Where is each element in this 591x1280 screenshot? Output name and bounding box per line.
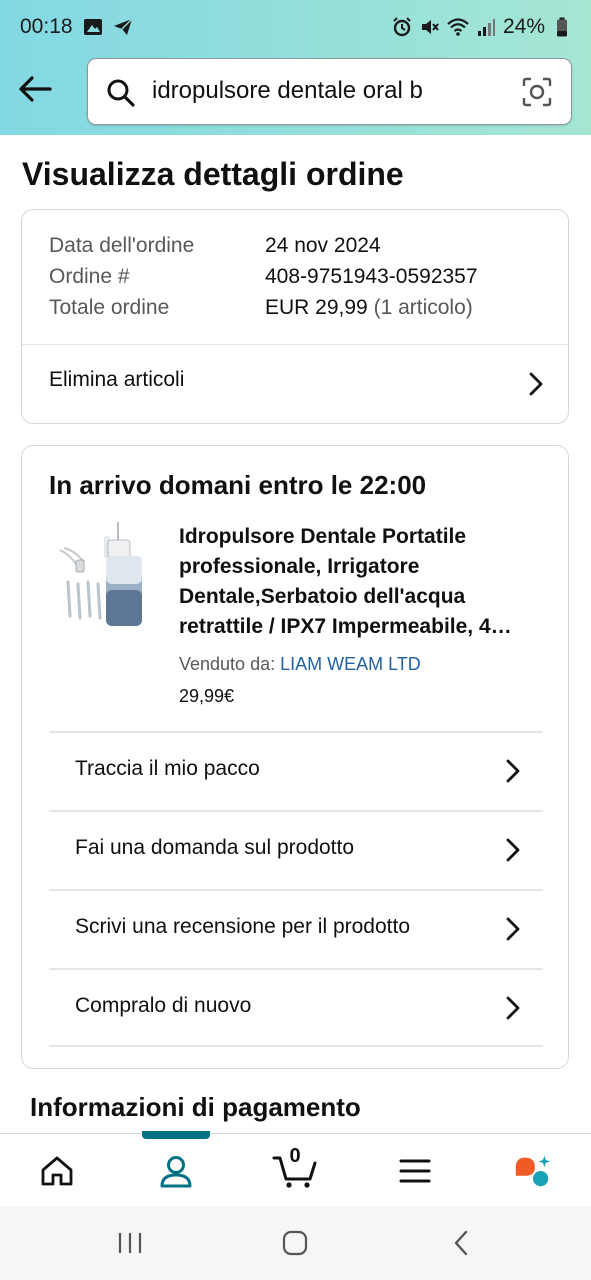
chevron-right-icon [506, 759, 520, 783]
order-date-label: Data dell'ordine [49, 234, 195, 257]
nav-cart[interactable]: 0 [270, 1145, 320, 1191]
ask-question-button[interactable]: Fai una domanda sul prodotto [49, 810, 543, 889]
action-label: Scrivi una recensione per il prodotto [75, 915, 411, 938]
order-summary-card: Data dell'ordine 24 nov 2024 Ordine # 40… [21, 209, 569, 424]
shipment-actions: Traccia il mio pacco Fai una domanda sul… [49, 731, 543, 1047]
nav-menu[interactable] [395, 1151, 435, 1191]
chevron-right-icon [529, 372, 543, 396]
search-icon [107, 79, 135, 107]
bottom-nav: 0 [0, 1133, 591, 1206]
buy-again-button[interactable]: Compralo di nuovo [49, 968, 543, 1047]
battery-percent: 24% [502, 15, 545, 38]
arrival-heading: In arrivo domani entro le 22:00 [49, 470, 427, 500]
rufus-icon [515, 1155, 551, 1187]
seller-info: Venduto da: LIAM WEAM LTD [179, 654, 421, 675]
nav-rufus[interactable] [512, 1151, 552, 1191]
alarm-icon [391, 16, 413, 38]
search-input[interactable]: idropulsore dentale oral b [152, 77, 423, 105]
mute-icon [419, 16, 441, 38]
track-package-button[interactable]: Traccia il mio pacco [49, 731, 543, 810]
send-icon [112, 16, 134, 38]
back-system-button[interactable] [442, 1228, 482, 1258]
chevron-right-icon [506, 996, 520, 1020]
back-icon [454, 1230, 468, 1256]
product-title-link[interactable]: Idropulsore Dentale Portatile profession… [179, 522, 549, 642]
menu-icon [399, 1159, 431, 1183]
action-label: Compralo di nuovo [75, 994, 252, 1017]
arrow-left-icon [19, 76, 52, 102]
product-price: 29,99€ [179, 686, 235, 706]
order-total-amount: EUR 29,99 [265, 296, 368, 319]
cart-count: 0 [289, 1145, 301, 1167]
battery-icon [551, 16, 573, 38]
home-button-icon [282, 1230, 308, 1256]
delete-items-label: Elimina articoli [49, 368, 185, 391]
nav-account[interactable] [156, 1151, 196, 1191]
payment-info-heading: Informazioni di pagamento [30, 1092, 361, 1122]
system-nav-bar [0, 1206, 591, 1280]
order-item-count: (1 articolo) [373, 296, 473, 319]
write-review-button[interactable]: Scrivi una recensione per il prodotto [49, 889, 543, 968]
page-title: Visualizza dettagli ordine [22, 156, 404, 192]
status-time: 00:18 [20, 15, 73, 38]
nav-home[interactable] [37, 1151, 77, 1191]
camera-search-icon[interactable] [521, 76, 553, 108]
image-icon [82, 16, 104, 38]
wifi-icon [447, 16, 469, 38]
order-number-value: 408-9751943-0592357 [265, 265, 478, 288]
chevron-right-icon [506, 917, 520, 941]
home-icon [41, 1156, 73, 1186]
recents-button[interactable] [110, 1228, 150, 1258]
signal-icon [475, 16, 497, 38]
sold-by-label: Venduto da: [179, 654, 276, 674]
order-number-label: Ordine # [49, 265, 130, 288]
recents-icon [118, 1233, 142, 1253]
order-total-label: Totale ordine [49, 296, 170, 319]
action-label: Traccia il mio pacco [75, 757, 260, 780]
back-button[interactable] [14, 68, 56, 110]
action-label: Fai una domanda sul prodotto [75, 836, 355, 859]
account-icon [160, 1156, 192, 1188]
seller-link[interactable]: LIAM WEAM LTD [280, 654, 421, 674]
order-total-value: EUR 29,99 (1 articolo) [265, 296, 473, 320]
order-date-value: 24 nov 2024 [265, 234, 381, 257]
product-image[interactable] [54, 520, 146, 632]
status-bar: 00:18 24% [0, 0, 591, 56]
shipment-card: In arrivo domani entro le 22:00 Idropuls… [21, 445, 569, 1069]
home-system-button[interactable] [275, 1228, 315, 1258]
chevron-right-icon [506, 838, 520, 862]
delete-items-row[interactable]: Elimina articoli [22, 345, 568, 423]
nav-active-indicator [142, 1131, 210, 1139]
search-bar[interactable]: idropulsore dentale oral b [87, 58, 572, 125]
